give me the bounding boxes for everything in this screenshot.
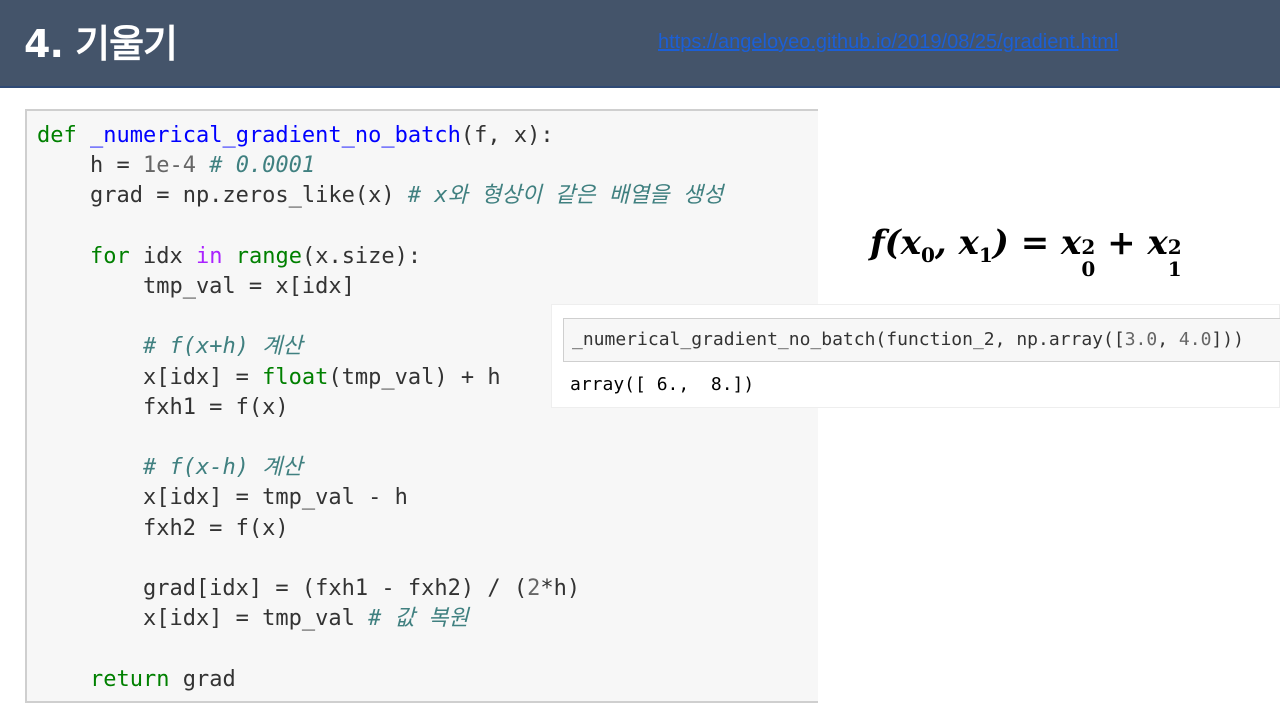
in-keyword: in bbox=[195, 243, 223, 269]
code-restore: x[idx] = tmp_val bbox=[37, 606, 369, 632]
execution-panel: _numerical_gradient_no_batch(function_2,… bbox=[551, 304, 1280, 408]
formula-sub-a: 0 bbox=[1081, 257, 1096, 281]
formula-term-2-scripts: 21 bbox=[1168, 230, 1182, 281]
code-grad-a: grad[idx] = (fxh1 - fxh2) / ( bbox=[37, 576, 528, 602]
output-result: array([ 6., 8.]) bbox=[570, 374, 755, 395]
code-tmp-val: tmp_val = x[idx] bbox=[37, 274, 355, 300]
input-suffix: ])) bbox=[1211, 329, 1244, 350]
formula-plus: + x bbox=[1095, 223, 1168, 263]
slide-title: 4. 기울기 bbox=[24, 22, 178, 66]
return-rest: grad bbox=[169, 666, 236, 692]
formula-sub-1: 1 bbox=[978, 243, 993, 267]
for-var: idx bbox=[129, 243, 196, 269]
input-num-2: 4.0 bbox=[1178, 329, 1212, 350]
formula-sub-0: 0 bbox=[920, 243, 935, 267]
comment-plus: # f(x+h) 계산 bbox=[142, 334, 303, 360]
input-sep: , bbox=[1157, 329, 1179, 350]
comment-grad: # x와 형상이 같은 배열을 생성 bbox=[407, 183, 724, 209]
formula-lhs: f(x bbox=[870, 223, 921, 263]
slide-header: 4. 기울기 https://angeloyeo.github.io/2019/… bbox=[0, 0, 1280, 88]
reference-link[interactable]: https://angeloyeo.github.io/2019/08/25/g… bbox=[658, 30, 1118, 54]
code-fxh2: fxh2 = f(x) bbox=[37, 515, 289, 541]
code-h-assign: h = bbox=[37, 153, 143, 179]
code-minus: x[idx] = tmp_val - h bbox=[37, 485, 408, 511]
code-fxh1: fxh1 = f(x) bbox=[37, 394, 289, 420]
formula-sub-b: 1 bbox=[1167, 257, 1182, 281]
for-rest: (x.size): bbox=[301, 243, 422, 269]
range-builtin: range bbox=[235, 243, 302, 269]
function-params: (f, x): bbox=[460, 123, 554, 148]
comment-restore: # 값 복원 bbox=[368, 606, 469, 632]
comment-minus: # f(x-h) 계산 bbox=[142, 455, 303, 481]
code-float-prefix: x[idx] = bbox=[37, 364, 263, 390]
input-num-1: 3.0 bbox=[1124, 329, 1158, 350]
input-prefix: _numerical_gradient_no_batch(function_2,… bbox=[572, 329, 1125, 350]
code-h-value: 1e-4 bbox=[142, 153, 196, 179]
code-float-rest: (tmp_val) + h bbox=[328, 364, 501, 390]
function-name: _numerical_gradient_no_batch bbox=[90, 123, 461, 148]
code-grad-b: *h) bbox=[540, 576, 581, 602]
code-grad-assign: grad = np.zeros_like(x) bbox=[37, 183, 408, 209]
float-builtin: float bbox=[262, 364, 329, 390]
comment-h: # 0.0001 bbox=[209, 153, 316, 179]
input-cell[interactable]: _numerical_gradient_no_batch(function_2,… bbox=[563, 318, 1280, 362]
return-keyword: return bbox=[89, 666, 170, 692]
function-formula: f(x0, x1) = x20 + x21 bbox=[870, 218, 1182, 281]
formula-term-1-scripts: 20 bbox=[1081, 230, 1095, 281]
for-keyword: for bbox=[89, 243, 130, 269]
formula-comma: , x bbox=[934, 223, 979, 263]
code-grad-num: 2 bbox=[527, 576, 541, 602]
def-keyword: def bbox=[37, 123, 77, 148]
formula-rhs: ) = x bbox=[992, 223, 1082, 263]
input-code: _numerical_gradient_no_batch(function_2,… bbox=[572, 328, 1244, 352]
